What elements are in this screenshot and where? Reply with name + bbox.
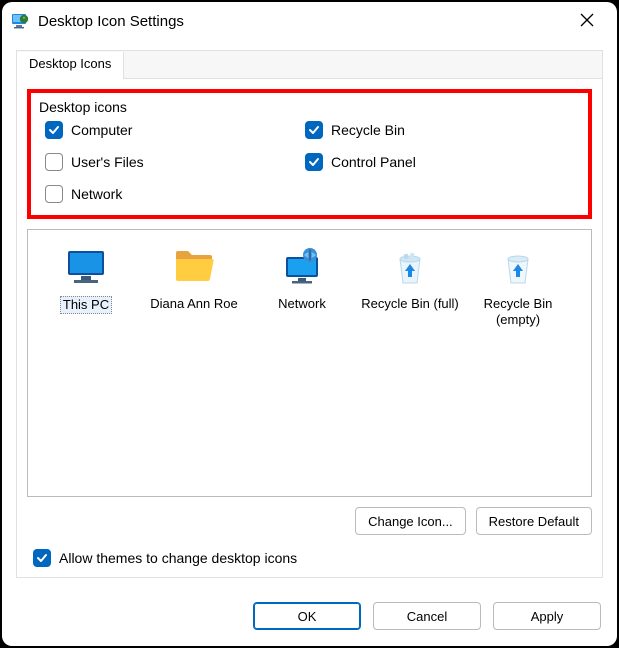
recycle-bin-empty-icon xyxy=(468,244,568,290)
checkbox-grid: Computer Recycle Bin User's Files xyxy=(39,121,580,203)
ok-button[interactable]: OK xyxy=(253,602,361,630)
cancel-button[interactable]: Cancel xyxy=(373,602,481,630)
checkbox-box xyxy=(305,121,323,139)
recycle-bin-full-icon xyxy=(360,244,460,290)
icon-item-recycle-empty[interactable]: Recycle Bin (empty) xyxy=(468,244,568,329)
checkbox-label: Network xyxy=(71,186,122,202)
tab-desktop-icons[interactable]: Desktop Icons xyxy=(17,52,124,79)
icon-label: This PC xyxy=(60,296,112,314)
checkbox-label: Control Panel xyxy=(331,154,416,170)
checkmark-icon xyxy=(36,552,48,564)
checkmark-icon xyxy=(308,156,320,168)
icon-item-this-pc[interactable]: This PC xyxy=(36,244,136,314)
icon-label: Recycle Bin (full) xyxy=(361,296,459,311)
restore-default-button[interactable]: Restore Default xyxy=(476,507,592,535)
checkbox-box xyxy=(33,549,51,567)
this-pc-icon xyxy=(36,244,136,290)
icon-item-user-folder[interactable]: Diana Ann Roe xyxy=(144,244,244,312)
network-icon xyxy=(252,244,352,290)
icon-item-recycle-full[interactable]: Recycle Bin (full) xyxy=(360,244,460,312)
folder-icon xyxy=(144,244,244,290)
desktop-icons-group: Desktop icons Computer Recycle Bin xyxy=(27,89,592,219)
dialog-command-row: OK Cancel Apply xyxy=(2,592,617,646)
checkbox-recycle-bin[interactable]: Recycle Bin xyxy=(305,121,580,139)
dialog-client: Desktop Icons Desktop icons Computer xyxy=(2,40,617,592)
checkbox-label: Recycle Bin xyxy=(331,122,405,138)
group-title: Desktop icons xyxy=(39,99,580,115)
checkbox-users-files[interactable]: User's Files xyxy=(45,153,295,171)
desktop-settings-app-icon xyxy=(10,11,30,31)
icon-label: Recycle Bin (empty) xyxy=(484,296,553,327)
dialog-window: Desktop Icon Settings Desktop Icons Desk… xyxy=(2,2,617,646)
checkbox-label: Computer xyxy=(71,122,132,138)
checkbox-allow-themes[interactable]: Allow themes to change desktop icons xyxy=(33,549,592,567)
tab-page: Desktop icons Computer Recycle Bin xyxy=(16,78,603,578)
checkbox-label: Allow themes to change desktop icons xyxy=(59,550,297,566)
checkbox-computer[interactable]: Computer xyxy=(45,121,295,139)
checkmark-icon xyxy=(308,124,320,136)
icon-label: Network xyxy=(278,296,326,311)
change-icon-button[interactable]: Change Icon... xyxy=(355,507,466,535)
allow-themes-row: Allow themes to change desktop icons xyxy=(27,549,592,567)
icon-label: Diana Ann Roe xyxy=(150,296,237,311)
checkbox-label: User's Files xyxy=(71,154,144,170)
icon-preview-panel: This PC Diana Ann Roe xyxy=(27,229,592,497)
checkbox-box xyxy=(305,153,323,171)
icon-actions-row: Change Icon... Restore Default xyxy=(27,507,592,535)
tab-strip: Desktop Icons xyxy=(16,50,603,78)
checkbox-network[interactable]: Network xyxy=(45,185,295,203)
close-icon xyxy=(580,13,594,30)
checkbox-box xyxy=(45,185,63,203)
icon-item-network[interactable]: Network xyxy=(252,244,352,312)
dialog-title: Desktop Icon Settings xyxy=(38,13,567,30)
tab-label: Desktop Icons xyxy=(29,56,111,71)
checkbox-control-panel[interactable]: Control Panel xyxy=(305,153,580,171)
checkbox-box xyxy=(45,121,63,139)
checkmark-icon xyxy=(48,124,60,136)
close-button[interactable] xyxy=(567,2,607,40)
checkbox-box xyxy=(45,153,63,171)
apply-button[interactable]: Apply xyxy=(493,602,601,630)
title-bar: Desktop Icon Settings xyxy=(2,2,617,40)
